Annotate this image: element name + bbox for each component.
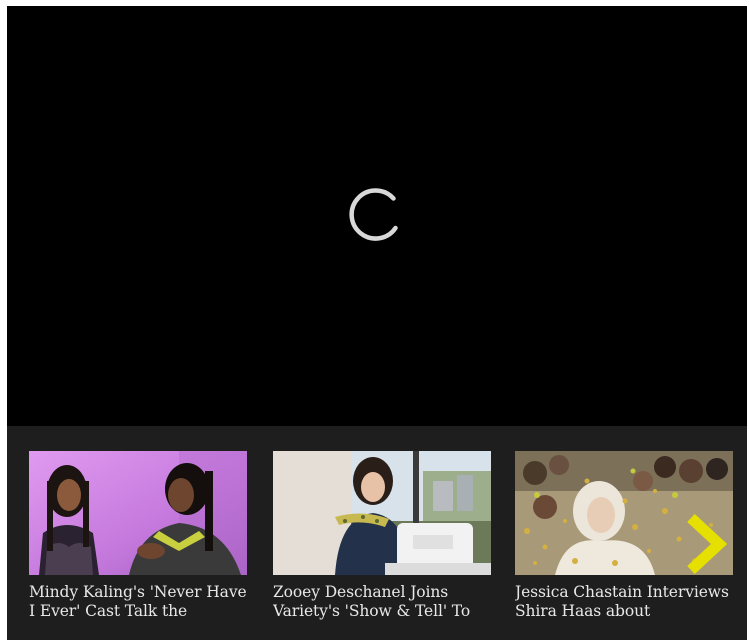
video-thumbnail[interactable] [29, 451, 247, 575]
video-playlist: Mindy Kaling's 'Never Have I Ever' Cast … [7, 426, 747, 640]
playlist-item[interactable]: Zooey Deschanel Joins Variety's 'Show & … [273, 451, 491, 621]
chevron-right-icon[interactable] [683, 514, 727, 574]
video-title[interactable]: Jessica Chastain Interviews Shira Haas a… [515, 583, 737, 621]
playlist-item[interactable]: Mindy Kaling's 'Never Have I Ever' Cast … [29, 451, 247, 621]
loading-spinner-icon [349, 188, 398, 241]
video-title[interactable]: Zooey Deschanel Joins Variety's 'Show & … [273, 583, 495, 621]
video-title[interactable]: Mindy Kaling's 'Never Have I Ever' Cast … [29, 583, 251, 621]
video-widget: Mindy Kaling's 'Never Have I Ever' Cast … [7, 6, 747, 640]
video-thumbnail[interactable] [273, 451, 491, 575]
video-player[interactable] [7, 6, 747, 426]
